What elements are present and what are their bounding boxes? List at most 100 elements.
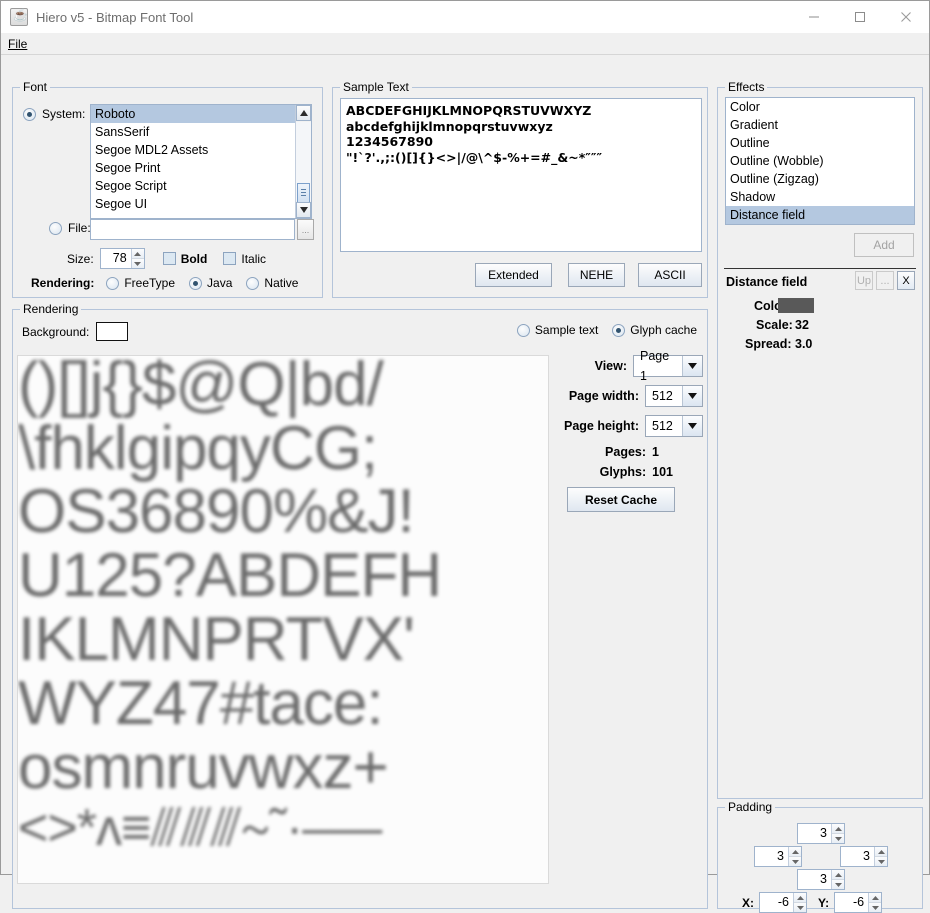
glyph-cache-canvas[interactable]: ()[]j{}$@Q|bd/ \fhklgipqyCG; OS36890%&J!…	[17, 355, 549, 884]
chevron-down-icon[interactable]	[682, 416, 702, 436]
increment-icon[interactable]	[832, 824, 844, 834]
bold-checkbox-row[interactable]: Bold	[163, 252, 208, 266]
padding-x-spinner[interactable]: -6	[759, 892, 807, 913]
java-radio-row[interactable]: Java	[189, 276, 232, 290]
effect-spread-value[interactable]: 3.0	[795, 337, 812, 351]
background-color-swatch[interactable]	[96, 322, 128, 341]
native-radio-row[interactable]: Native	[246, 276, 298, 290]
font-list-item-segoe-print[interactable]: Segoe Print	[91, 159, 295, 177]
font-list-scrollbar[interactable]	[295, 105, 311, 218]
decrement-icon[interactable]	[869, 903, 881, 912]
padding-bottom-spinner[interactable]: 3	[797, 869, 845, 890]
file-radio[interactable]	[49, 222, 62, 235]
padding-bottom-arrows[interactable]	[831, 870, 844, 889]
glyph-cache-radio-row[interactable]: Glyph cache	[612, 323, 697, 337]
scrollbar-track[interactable]	[296, 122, 311, 201]
font-list-item-roboto[interactable]: Roboto	[91, 105, 295, 123]
effect-options-button[interactable]: ...	[876, 271, 894, 290]
increment-icon[interactable]	[875, 847, 887, 857]
decrement-icon[interactable]	[832, 834, 844, 843]
glyph-cache-radio[interactable]	[612, 324, 625, 337]
increment-icon[interactable]	[794, 893, 806, 903]
padding-right-arrows[interactable]	[874, 847, 887, 866]
padding-top-spinner[interactable]: 3	[797, 823, 845, 844]
page-width-combo[interactable]: 512	[645, 385, 703, 407]
sample-text-radio-row[interactable]: Sample text	[517, 323, 598, 337]
effect-item-distance-field[interactable]: Distance field	[726, 206, 914, 224]
size-value[interactable]: 78	[101, 249, 131, 268]
effect-item-outline[interactable]: Outline	[726, 134, 914, 152]
menu-file[interactable]: File	[1, 35, 33, 53]
decrement-icon[interactable]	[875, 857, 887, 866]
freetype-radio-row[interactable]: FreeType	[106, 276, 175, 290]
padding-bottom-value[interactable]: 3	[798, 870, 831, 889]
font-list-item-segoe-mdl2-assets[interactable]: Segoe MDL2 Assets	[91, 141, 295, 159]
font-list-item-segoe-script[interactable]: Segoe Script	[91, 177, 295, 195]
increment-icon[interactable]	[789, 847, 801, 857]
padding-y-spinner[interactable]: -6	[834, 892, 882, 913]
effect-item-outline-zigzag[interactable]: Outline (Zigzag)	[726, 170, 914, 188]
page-height-combo[interactable]: 512	[645, 415, 703, 437]
sample-text-area[interactable]: ABCDEFGHIJKLMNOPQRSTUVWXYZ abcdefghijklm…	[340, 98, 702, 252]
padding-x-value[interactable]: -6	[760, 893, 793, 912]
padding-top-arrows[interactable]	[831, 824, 844, 843]
sample-text-radio[interactable]	[517, 324, 530, 337]
size-increment-icon[interactable]	[132, 249, 144, 259]
increment-icon[interactable]	[832, 870, 844, 880]
system-radio[interactable]	[23, 108, 36, 121]
maximize-icon[interactable]	[837, 1, 883, 33]
increment-icon[interactable]	[869, 893, 881, 903]
java-radio[interactable]	[189, 277, 202, 290]
close-icon[interactable]	[883, 1, 929, 33]
padding-right-spinner[interactable]: 3	[840, 846, 888, 867]
padding-left-arrows[interactable]	[788, 847, 801, 866]
effect-up-button[interactable]: Up	[855, 271, 873, 290]
effect-color-swatch[interactable]	[778, 298, 814, 313]
system-radio-row[interactable]: System:	[23, 107, 85, 121]
italic-checkbox[interactable]	[223, 252, 236, 265]
scroll-up-icon[interactable]	[296, 105, 311, 121]
extended-button[interactable]: Extended	[475, 263, 552, 287]
font-list-item-sansserif[interactable]: SansSerif	[91, 123, 295, 141]
effect-remove-button[interactable]: X	[897, 271, 915, 290]
effect-scale-value[interactable]: 32	[795, 318, 809, 332]
padding-right-value[interactable]: 3	[841, 847, 874, 866]
page-height-value[interactable]: 512	[646, 416, 682, 436]
padding-left-value[interactable]: 3	[755, 847, 788, 866]
decrement-icon[interactable]	[794, 903, 806, 912]
size-decrement-icon[interactable]	[132, 259, 144, 268]
size-spinner-arrows[interactable]	[131, 249, 144, 268]
minimize-icon[interactable]	[791, 1, 837, 33]
nehe-button[interactable]: NEHE	[568, 263, 625, 287]
view-combo[interactable]: Page 1	[633, 355, 703, 377]
file-path-input[interactable]	[90, 219, 295, 240]
chevron-down-icon[interactable]	[682, 356, 702, 376]
effect-item-shadow[interactable]: Shadow	[726, 188, 914, 206]
padding-y-arrows[interactable]	[868, 893, 881, 912]
file-browse-button[interactable]: ...	[297, 219, 314, 240]
decrement-icon[interactable]	[832, 880, 844, 889]
effect-item-outline-wobble[interactable]: Outline (Wobble)	[726, 152, 914, 170]
system-font-list[interactable]: Roboto SansSerif Segoe MDL2 Assets Segoe…	[90, 104, 312, 219]
chevron-down-icon[interactable]	[682, 386, 702, 406]
padding-top-value[interactable]: 3	[798, 824, 831, 843]
effects-list[interactable]: Color Gradient Outline Outline (Wobble) …	[725, 97, 915, 225]
padding-y-value[interactable]: -6	[835, 893, 868, 912]
reset-cache-button[interactable]: Reset Cache	[567, 487, 675, 512]
effect-item-gradient[interactable]: Gradient	[726, 116, 914, 134]
add-effect-button[interactable]: Add	[854, 233, 914, 257]
font-list-item-segoe-ui[interactable]: Segoe UI	[91, 195, 295, 213]
padding-left-spinner[interactable]: 3	[754, 846, 802, 867]
effect-item-color[interactable]: Color	[726, 98, 914, 116]
size-spinner[interactable]: 78	[100, 248, 145, 269]
bold-checkbox[interactable]	[163, 252, 176, 265]
page-width-value[interactable]: 512	[646, 386, 682, 406]
italic-checkbox-row[interactable]: Italic	[223, 252, 266, 266]
freetype-radio[interactable]	[106, 277, 119, 290]
file-radio-row[interactable]: File:	[49, 221, 91, 235]
scroll-down-icon[interactable]	[296, 202, 311, 218]
padding-x-arrows[interactable]	[793, 893, 806, 912]
decrement-icon[interactable]	[789, 857, 801, 866]
native-radio[interactable]	[246, 277, 259, 290]
ascii-button[interactable]: ASCII	[638, 263, 702, 287]
